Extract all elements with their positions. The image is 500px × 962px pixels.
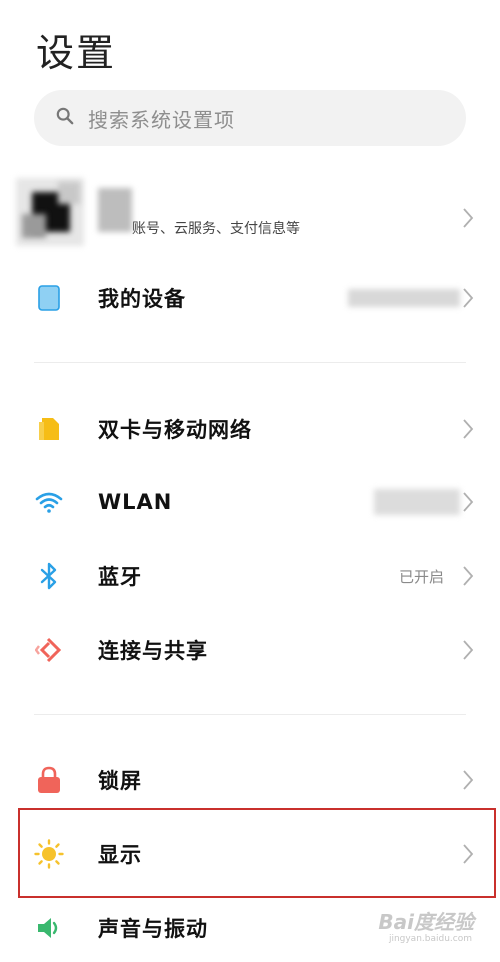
chevron-right-icon xyxy=(462,769,474,791)
device-name-value xyxy=(348,289,460,307)
settings-item-label: 蓝牙 xyxy=(98,565,142,589)
tablet-icon xyxy=(34,283,64,313)
settings-item-my-device[interactable]: 我的设备 xyxy=(0,263,500,333)
settings-item-label: 我的设备 xyxy=(98,287,186,311)
chevron-right-icon xyxy=(462,418,474,440)
settings-item-wlan[interactable]: WLAN xyxy=(0,467,500,537)
settings-item-lock-screen[interactable]: 锁屏 xyxy=(0,745,500,815)
bluetooth-status: 已开启 xyxy=(398,567,444,586)
settings-item-label: 连接与共享 xyxy=(98,639,208,663)
settings-item-label: WLAN xyxy=(98,490,173,514)
chevron-right-icon xyxy=(462,287,474,309)
watermark-logo: Bai度经验 xyxy=(378,910,474,934)
chevron-right-icon xyxy=(462,565,474,587)
bluetooth-icon xyxy=(34,561,64,591)
account-row[interactable]: 账号、云服务、支付信息等 xyxy=(0,178,500,258)
wlan-network-value xyxy=(374,489,460,515)
speaker-icon xyxy=(34,913,64,943)
page-title: 设置 xyxy=(36,31,117,75)
sim-card-icon xyxy=(34,414,64,444)
settings-item-bluetooth[interactable]: 蓝牙 已开启 xyxy=(0,541,500,611)
chevron-right-icon xyxy=(462,207,474,229)
settings-item-connection-share[interactable]: 连接与共享 xyxy=(0,615,500,685)
chevron-right-icon xyxy=(462,639,474,661)
settings-item-label: 声音与振动 xyxy=(98,917,208,941)
settings-item-label: 锁屏 xyxy=(98,769,142,793)
settings-item-sim-network[interactable]: 双卡与移动网络 xyxy=(0,394,500,464)
section-divider xyxy=(34,362,466,363)
connection-share-icon xyxy=(34,635,64,665)
lock-icon xyxy=(34,765,64,795)
highlight-box xyxy=(18,808,496,898)
search-bar[interactable]: 搜索系统设置项 xyxy=(34,90,466,146)
settings-item-label: 双卡与移动网络 xyxy=(98,418,252,442)
chevron-right-icon xyxy=(462,491,474,513)
wifi-icon xyxy=(34,487,64,517)
search-placeholder: 搜索系统设置项 xyxy=(88,107,235,132)
account-name xyxy=(98,188,132,232)
section-divider xyxy=(34,714,466,715)
watermark-url: jingyan.baidu.com xyxy=(388,934,472,944)
search-icon xyxy=(56,107,88,129)
account-subtitle: 账号、云服务、支付信息等 xyxy=(132,221,300,237)
avatar xyxy=(16,178,84,246)
